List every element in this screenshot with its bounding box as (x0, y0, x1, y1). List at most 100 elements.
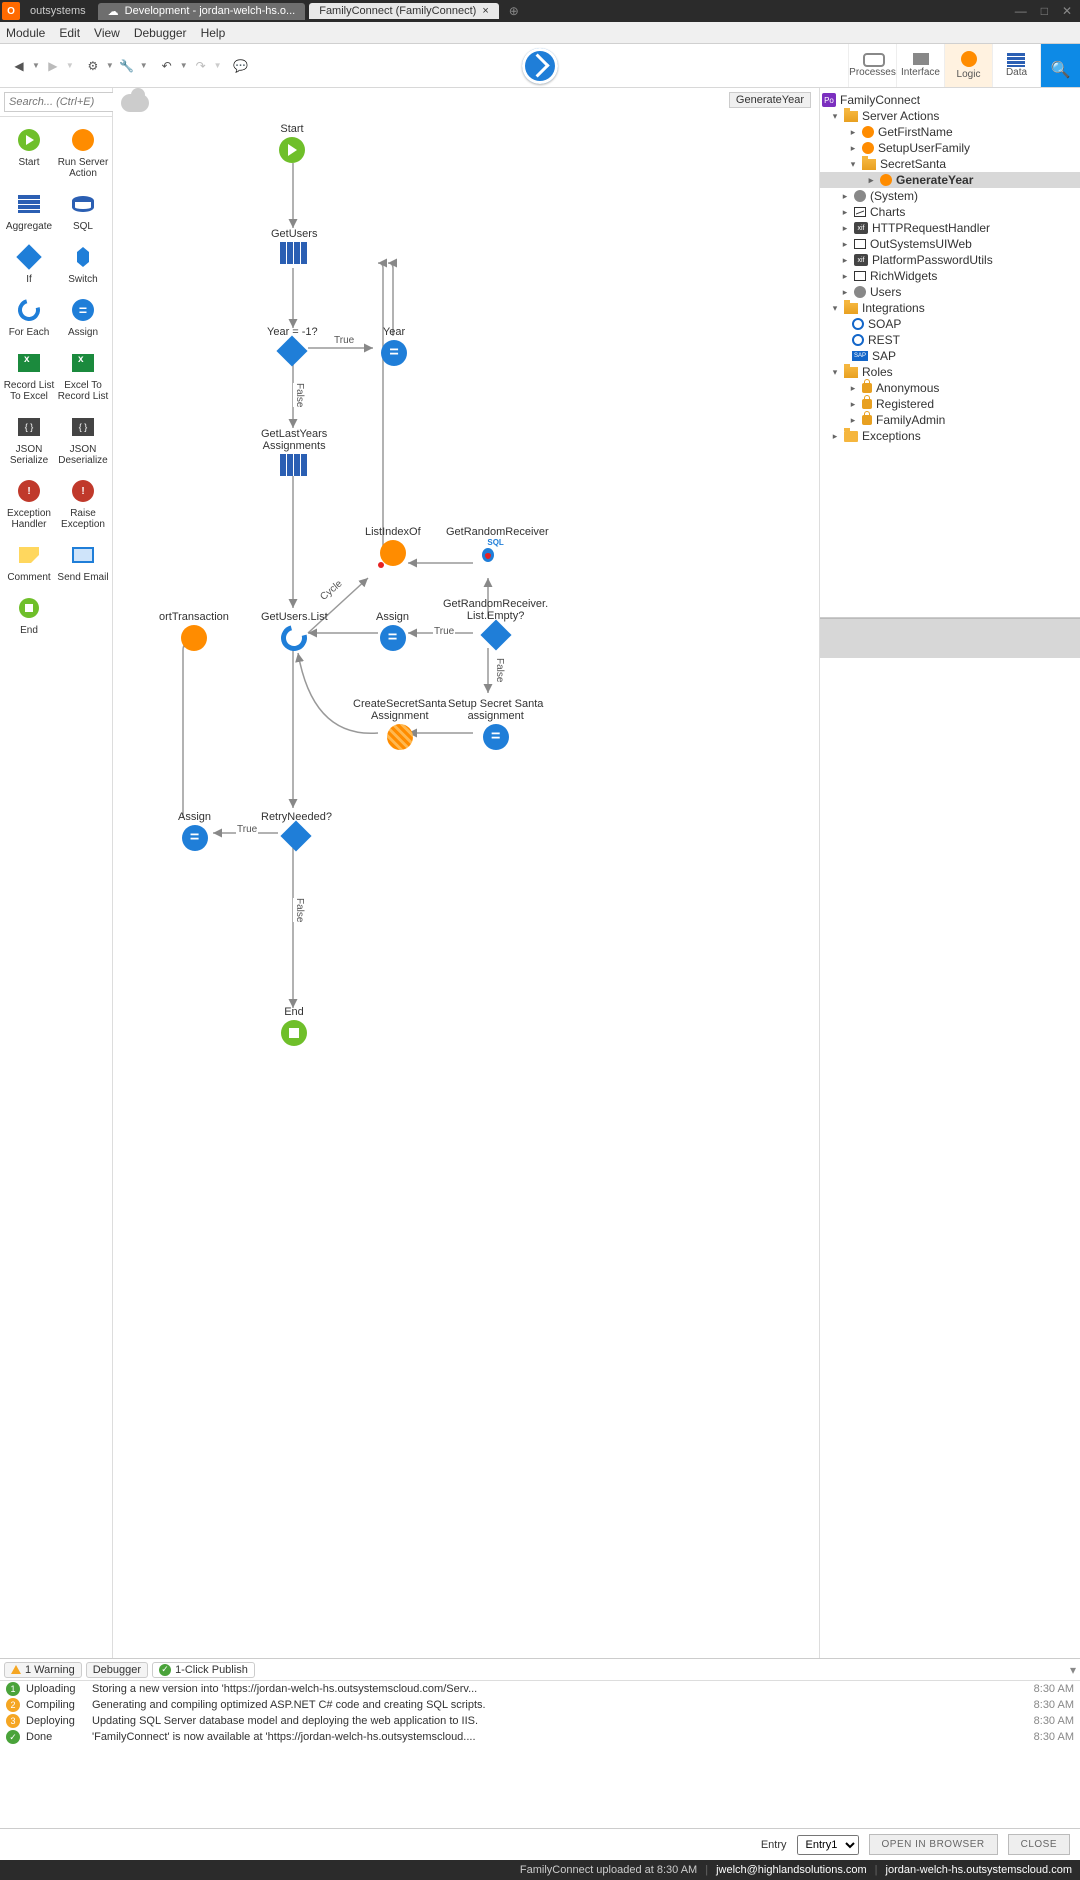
node-end[interactable]: End (281, 1006, 307, 1046)
tree-system[interactable]: ▸(System) (820, 188, 1080, 204)
node-year-question[interactable]: Year = -1? (267, 326, 318, 362)
processes-icon (863, 53, 883, 65)
tree-soap[interactable]: SOAP (820, 316, 1080, 332)
menu-help[interactable]: Help (201, 26, 226, 40)
btab-warnings[interactable]: 1 Warning (4, 1662, 82, 1678)
btab-debugger[interactable]: Debugger (86, 1662, 148, 1678)
redo-icon[interactable]: ↷ (191, 56, 211, 76)
tree-secretsanta[interactable]: ▾SecretSanta (820, 156, 1080, 172)
tool-if[interactable]: If (2, 240, 56, 293)
tree-charts[interactable]: ▸Charts (820, 204, 1080, 220)
maximize-icon[interactable]: □ (1041, 4, 1048, 18)
component-icon (854, 239, 866, 249)
node-retryneeded[interactable]: RetryNeeded? (261, 811, 332, 847)
node-getusers[interactable]: GetUsers (271, 228, 317, 264)
tree-registered[interactable]: ▸Registered (820, 396, 1080, 412)
minimize-icon[interactable]: — (1015, 4, 1027, 18)
node-assign1[interactable]: Assign= (376, 611, 409, 651)
tree-generateyear[interactable]: ▸GenerateYear (820, 172, 1080, 188)
tool-switch[interactable]: Switch (56, 240, 110, 293)
tree-roles[interactable]: ▾Roles (820, 364, 1080, 380)
menu-view[interactable]: View (94, 26, 120, 40)
tree-outsystemsuiweb[interactable]: ▸OutSystemsUIWeb (820, 236, 1080, 252)
tool-for-each[interactable]: For Each (2, 293, 56, 346)
close-window-icon[interactable]: ✕ (1062, 4, 1072, 18)
node-getlastyears[interactable]: GetLastYears Assignments (261, 428, 327, 476)
tool-end[interactable]: End (2, 591, 56, 644)
entry-label: Entry (761, 1839, 787, 1851)
flow-canvas[interactable]: GenerateYear Start GetUsers Year = -1? Y… (113, 88, 820, 1658)
node-setupsecretsanta[interactable]: Setup Secret Santa assignment= (448, 698, 543, 750)
node-listempty-question[interactable]: GetRandomReceiver. List.Empty? (443, 598, 548, 646)
close-icon[interactable]: × (482, 5, 488, 17)
tree-users[interactable]: ▸Users (820, 284, 1080, 300)
tab-processes[interactable]: Processes (848, 44, 896, 87)
tool-json-deserialize[interactable]: { }JSON Deserialize (56, 410, 110, 474)
settings-icon[interactable]: ⚙ (83, 56, 103, 76)
ext-icon: xif (854, 254, 868, 266)
back-button[interactable]: ◀ (9, 56, 29, 76)
tree-root[interactable]: PoFamilyConnect (820, 92, 1080, 108)
open-in-browser-button[interactable]: OPEN IN BROWSER (869, 1834, 998, 1855)
log-message: Storing a new version into 'https://jord… (92, 1683, 1028, 1695)
btab-publish[interactable]: ✓1-Click Publish (152, 1662, 255, 1678)
menu-edit[interactable]: Edit (59, 26, 80, 40)
node-assign2[interactable]: Assign= (178, 811, 211, 851)
tool-exception-handler[interactable]: !Exception Handler (2, 474, 56, 538)
tool-run-server-action[interactable]: Run Server Action (56, 123, 110, 187)
tab-interface[interactable]: Interface (896, 44, 944, 87)
tool-assign[interactable]: =Assign (56, 293, 110, 346)
logic-tree[interactable]: PoFamilyConnect ▾Server Actions ▸GetFirs… (820, 88, 1080, 618)
action-icon (880, 174, 892, 186)
tree-anonymous[interactable]: ▸Anonymous (820, 380, 1080, 396)
bottom-panel-menu-icon[interactable]: ▾ (1070, 1663, 1076, 1677)
close-button[interactable]: CLOSE (1008, 1834, 1070, 1855)
tree-server-actions[interactable]: ▾Server Actions (820, 108, 1080, 124)
tool-recordlist-to-excel[interactable]: Record List To Excel (2, 346, 56, 410)
node-getuserslist[interactable]: GetUsers.List (261, 611, 328, 651)
tool-raise-exception[interactable]: !Raise Exception (56, 474, 110, 538)
tab-logic[interactable]: Logic (944, 44, 992, 87)
node-year-assign[interactable]: Year= (381, 326, 407, 366)
right-panel: PoFamilyConnect ▾Server Actions ▸GetFirs… (820, 88, 1080, 1658)
node-listindexof[interactable]: ListIndexOf (365, 526, 421, 566)
menu-module[interactable]: Module (6, 26, 45, 40)
module-tab[interactable]: FamilyConnect (FamilyConnect)× (309, 3, 499, 19)
topbar-search-button[interactable] (1040, 44, 1080, 87)
tree-familyadmin[interactable]: ▸FamilyAdmin (820, 412, 1080, 428)
node-createsecretsanta[interactable]: CreateSecretSanta Assignment (353, 698, 447, 750)
tree-setupuserfamily[interactable]: ▸SetupUserFamily (820, 140, 1080, 156)
lock-icon (862, 415, 872, 425)
forward-button[interactable]: ▶ (43, 56, 63, 76)
node-getrandomreceiver[interactable]: GetRandomReceiver (446, 526, 549, 562)
tool-json-serialize[interactable]: { }JSON Serialize (2, 410, 56, 474)
tree-platformpasswordutils[interactable]: ▸xifPlatformPasswordUtils (820, 252, 1080, 268)
tool-excel-to-recordlist[interactable]: Excel To Record List (56, 346, 110, 410)
entry-select[interactable]: Entry1 (797, 1835, 859, 1855)
tool-comment[interactable]: Comment (2, 538, 56, 591)
undo-icon[interactable]: ↶ (157, 56, 177, 76)
tree-getfirstname[interactable]: ▸GetFirstName (820, 124, 1080, 140)
brand-icon: O (2, 2, 20, 20)
tab-data[interactable]: Data (992, 44, 1040, 87)
tree-richwidgets[interactable]: ▸RichWidgets (820, 268, 1080, 284)
node-start[interactable]: Start (279, 123, 305, 163)
menu-debugger[interactable]: Debugger (134, 26, 187, 40)
tool-send-email[interactable]: Send Email (56, 538, 110, 591)
tree-httprequesthandler[interactable]: ▸xifHTTPRequestHandler (820, 220, 1080, 236)
tree-integrations[interactable]: ▾Integrations (820, 300, 1080, 316)
publish-button[interactable] (522, 48, 558, 84)
wrench-icon[interactable]: 🔧 (117, 56, 137, 76)
tree-exceptions[interactable]: ▸Exceptions (820, 428, 1080, 444)
tree-rest[interactable]: REST (820, 332, 1080, 348)
toolbox-panel: « Start Run Server Action Aggregate SQL … (0, 88, 113, 1658)
edge-label-false3: False (293, 898, 306, 922)
tree-sap[interactable]: SAPSAP (820, 348, 1080, 364)
tool-sql[interactable]: SQL (56, 187, 110, 240)
env-tab[interactable]: ☁Development - jordan-welch-hs.o... (98, 3, 306, 20)
feedback-icon[interactable]: 💬 (231, 56, 251, 76)
tool-start[interactable]: Start (2, 123, 56, 187)
tool-aggregate[interactable]: Aggregate (2, 187, 56, 240)
node-orttransaction[interactable]: ortTransaction (159, 611, 229, 651)
new-tab-icon[interactable]: ⊕ (509, 4, 519, 18)
